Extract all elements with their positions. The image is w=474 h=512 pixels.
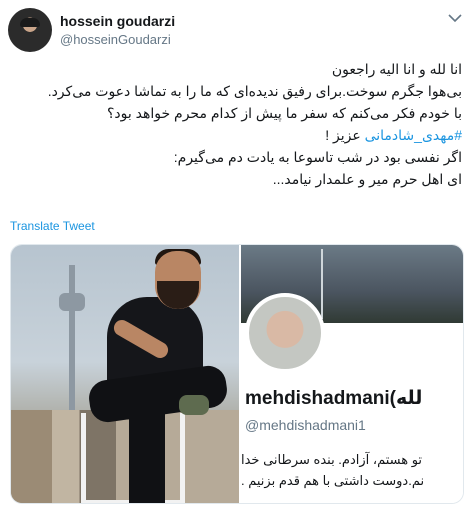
media-photo-profile-screenshot[interactable]: mehdishadmani(لله @mehdishadmani1 تو هست…	[241, 245, 463, 503]
author-display-name[interactable]: hossein goudarzi	[60, 13, 175, 29]
profile-picture	[245, 293, 325, 373]
media-photo-man-on-chair[interactable]	[11, 245, 239, 503]
translate-tweet-link[interactable]: Translate Tweet	[10, 219, 95, 233]
bio-line: تو هستم، آزادم. بنده سرطانی خدا	[241, 452, 423, 467]
screenshot-profile-handle: @mehdishadmani1	[245, 417, 366, 433]
screenshot-profile-bio: تو هستم، آزادم. بنده سرطانی خدا نم.دوست …	[241, 449, 463, 491]
tower-top-shape	[59, 293, 85, 311]
author-handle[interactable]: @hosseinGoudarzi	[60, 32, 171, 47]
tweet-line: اگر نفسی بود در شب تاسوعا به یادت دم می‌…	[173, 149, 462, 165]
avatar[interactable]	[8, 8, 52, 52]
tweet-line: انا لله و انا الیه راجعون	[331, 61, 462, 77]
tweet-line: ای اهل حرم میر و علمدار نیامد...	[272, 171, 462, 187]
hashtag-suffix: عزیز !	[325, 127, 365, 143]
tweet-line: با خودم فکر می‌کنم که سفر ما پیش از کدام…	[106, 105, 462, 121]
tweet-line: بی‌هوا جگرم سوخت.برای رفیق ندیده‌ای که م…	[47, 83, 462, 99]
tweet-media: mehdishadmani(لله @mehdishadmani1 تو هست…	[10, 244, 464, 504]
tweet-header: hossein goudarzi @hosseinGoudarzi	[0, 0, 474, 60]
hashtag-link[interactable]: #مهدی_شادمانی	[365, 127, 462, 143]
chevron-down-icon[interactable]	[446, 12, 464, 26]
screenshot-profile-name: mehdishadmani(لله	[245, 388, 423, 409]
tweet-text: انا لله و انا الیه راجعون بی‌هوا جگرم سو…	[10, 58, 462, 190]
banner-tree-shape	[321, 249, 323, 319]
man-leg-down-shape	[129, 405, 165, 503]
bio-line: نم.دوست داشتی با هم قدم بزنیم .	[241, 473, 425, 488]
tweet-line-hashtag: #مهدی_شادمانی عزیز !	[10, 124, 462, 146]
man-shoe-shape	[179, 395, 209, 415]
